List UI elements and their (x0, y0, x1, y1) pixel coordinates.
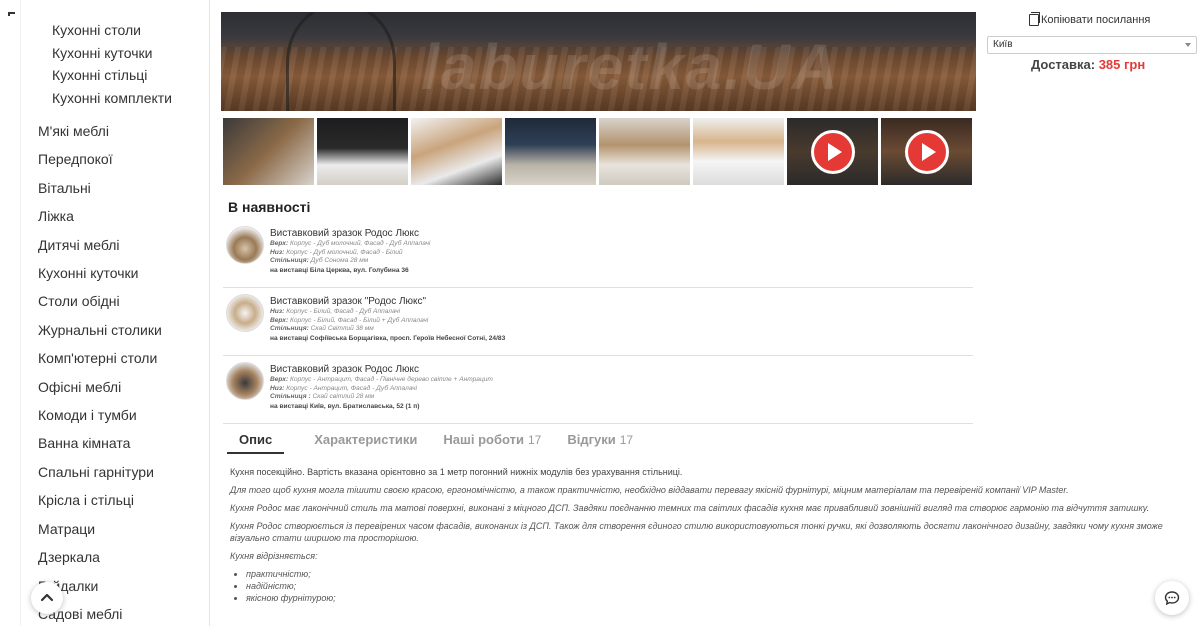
tab-our-works[interactable]: Наші роботи 17 (443, 432, 541, 454)
copy-link-button[interactable]: Копіювати посилання (1029, 12, 1151, 26)
subcategory-list: Кухонні столи Кухонні куточки Кухонні ст… (52, 19, 172, 109)
gallery-thumbnail[interactable] (693, 118, 784, 185)
city-select-value: Київ (993, 39, 1013, 50)
corner-mark (8, 12, 15, 16)
subcategory-item[interactable]: Кухонні стільці (52, 64, 172, 87)
availability-item[interactable]: Виставковий зразок Родос Люкс Верх: Корп… (223, 356, 973, 424)
list-item: практичністю; (246, 568, 1170, 580)
category-item[interactable]: Офісні меблі (38, 373, 162, 401)
description-paragraph: Кухня Родос має лаконічний стиль та мато… (230, 503, 1150, 513)
chat-icon (1164, 591, 1180, 606)
category-item[interactable]: Кухонні куточки (38, 259, 162, 287)
chat-button[interactable] (1155, 581, 1189, 615)
watermark: laburetka.UA (421, 31, 840, 103)
product-main-image[interactable]: laburetka.UA (221, 12, 976, 111)
gallery-thumbnail[interactable] (599, 118, 690, 185)
delivery-label: Доставка: (1031, 57, 1096, 72)
description-paragraph: Кухня відрізняється: (230, 551, 318, 561)
category-list: М'які меблі Передпокої Вітальні Ліжка Ди… (38, 117, 162, 626)
product-description: Кухня посекційно. Вартість вказана орієн… (230, 466, 1170, 604)
copy-icon (1029, 12, 1040, 26)
availability-item[interactable]: Виставковий зразок "Родос Люкс" Низ: Кор… (223, 288, 973, 356)
delivery-price: 385 грн (1098, 57, 1146, 72)
list-item: надійністю; (246, 580, 1170, 592)
showroom-location: на виставці Софіївська Борщагівка, просп… (270, 334, 506, 342)
description-paragraph: Кухня посекційно. Вартість вказана орієн… (230, 467, 683, 477)
tab-description[interactable]: Опис (227, 432, 285, 454)
category-item[interactable]: Дзеркала (38, 543, 162, 571)
sample-name: Виставковий зразок "Родос Люкс" (270, 296, 427, 307)
play-icon (904, 129, 949, 174)
play-icon (810, 129, 855, 174)
availability-item[interactable]: Виставковий зразок Родос Люкс Верх: Корп… (223, 220, 973, 288)
showroom-location: на виставці Київ, вул. Братиславська, 52… (270, 402, 420, 410)
sidebar: Кухонні столи Кухонні куточки Кухонні ст… (0, 0, 210, 626)
category-item[interactable]: Журнальні столики (38, 316, 162, 344)
delivery-cost: Доставка: 385 грн (1031, 57, 1145, 72)
list-item: якісною фурнітурою; (246, 592, 1170, 604)
subcategory-item[interactable]: Кухонні куточки (52, 42, 172, 65)
spec-line: Стільниця: Скай Світлий 38 мм (270, 325, 374, 332)
subcategory-item[interactable]: Кухонні комплекти (52, 87, 172, 110)
spec-line: Стільниця: Дуб Сонома 28 мм (270, 257, 369, 264)
spec-line: Стільниця : Скай світлий 28 мм (270, 393, 375, 400)
tab-count: 17 (619, 433, 634, 447)
spec-line: Низ: Корпус - Дуб молочний, Фасад - Біли… (270, 248, 403, 256)
tab-reviews[interactable]: Відгуки 17 (567, 432, 633, 454)
copy-link-label: Копіювати посилання (1041, 14, 1151, 26)
description-paragraph: Кухня Родос створюється із перевірених ч… (230, 521, 1163, 543)
spec-line: Верх: Корпус - Дуб молочний, Фасад - Дуб… (270, 240, 431, 247)
thumbnail-strip (223, 118, 972, 185)
chevron-down-icon (1185, 43, 1191, 47)
video-thumbnail[interactable] (881, 118, 972, 185)
gallery-thumbnail[interactable] (505, 118, 596, 185)
showroom-photo (226, 294, 264, 332)
category-item[interactable]: Комоди і тумби (38, 401, 162, 429)
subcategory-item[interactable]: Кухонні столи (52, 19, 172, 42)
category-item[interactable]: Ліжка (38, 202, 162, 230)
availability-title: В наявності (228, 199, 311, 215)
category-item[interactable]: Спальні гарнітури (38, 458, 162, 486)
category-item[interactable]: Матраци (38, 515, 162, 543)
spec-line: Верх: Корпус - Білий, Фасад - Білий + Ду… (270, 316, 429, 324)
gallery-thumbnail[interactable] (317, 118, 408, 185)
feature-list: практичністю; надійністю; якісною фурніт… (246, 568, 1170, 604)
category-item[interactable]: Крісла і стільці (38, 486, 162, 514)
gallery-thumbnail[interactable] (411, 118, 502, 185)
availability-list: Виставковий зразок Родос Люкс Верх: Корп… (223, 220, 973, 424)
category-item[interactable]: Ванна кімната (38, 429, 162, 457)
showroom-location: на виставці Біла Церква, вул. Голубина 3… (270, 266, 409, 274)
category-item[interactable]: Дитячі меблі (38, 231, 162, 259)
product-tabs: Опис Характеристики Наші роботи 17 Відгук… (227, 432, 659, 454)
showroom-photo (226, 226, 264, 264)
category-item[interactable]: Столи обідні (38, 287, 162, 315)
city-select[interactable]: Київ (987, 36, 1197, 54)
category-item[interactable]: Комп'ютерні столи (38, 344, 162, 372)
video-thumbnail[interactable] (787, 118, 878, 185)
sidebar-divider (20, 0, 21, 626)
category-item[interactable]: Передпокої (38, 145, 162, 173)
scroll-to-top-button[interactable] (31, 582, 63, 614)
showroom-photo (226, 362, 264, 400)
tab-characteristics[interactable]: Характеристики (314, 432, 417, 454)
sample-name: Виставковий зразок Родос Люкс (270, 228, 419, 239)
spec-line: Низ: Корпус - Антрацит, Фасад - Дуб Аппа… (270, 384, 417, 392)
description-paragraph: Для того щоб кухня могла тішити своєю кр… (230, 485, 1069, 495)
tab-count: 17 (527, 433, 542, 447)
gallery-thumbnail[interactable] (223, 118, 314, 185)
chair-silhouette (286, 12, 396, 111)
spec-line: Низ: Корпус - Білий, Фасад - Дуб Аппалач… (270, 308, 401, 315)
category-item[interactable]: М'які меблі (38, 117, 162, 145)
chevron-up-icon (40, 593, 54, 602)
spec-line: Верх: Корпус - Антрацит, Фасад - Північн… (270, 376, 493, 383)
sample-name: Виставковий зразок Родос Люкс (270, 364, 419, 375)
category-item[interactable]: Вітальні (38, 174, 162, 202)
